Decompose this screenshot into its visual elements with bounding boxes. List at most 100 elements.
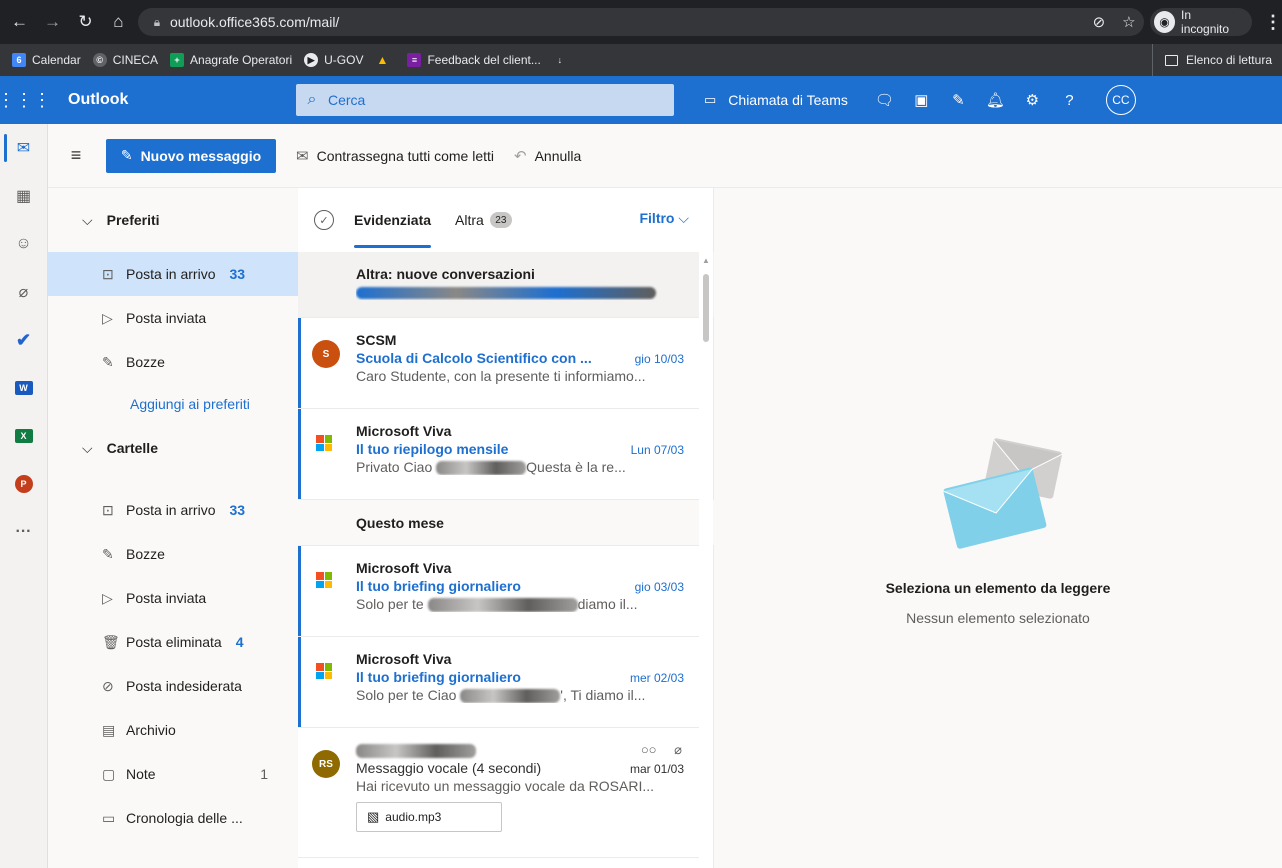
folder-notes[interactable]: ▢ Note 1 [48,752,298,796]
gear-icon[interactable]: ⚙ [1014,91,1051,109]
inbox-tabs: ✓ Evidenziata Altra 23 Filtro ⌵ [298,188,713,252]
add-favorite-link[interactable]: Aggiungi ai preferiti [48,384,298,424]
folder-deleted[interactable]: 🗑︎ Posta eliminata 4 [48,620,298,664]
sender: Microsoft Viva [356,423,452,439]
message-list: ✓ Evidenziata Altra 23 Filtro ⌵ Altra: n… [298,188,714,868]
mail-icon: ✉ [16,140,31,157]
office-icon[interactable]: ▣ [903,91,940,109]
eye-off-icon[interactable]: ⊘ [1084,13,1114,31]
browser-menu-icon[interactable]: ⋮ [1264,12,1282,33]
search-input[interactable]: ⌕ Cerca [296,84,674,116]
folders-header[interactable]: ⌵ Cartelle [48,424,298,472]
search-icon: ⌕ [307,91,317,108]
tab-other[interactable]: Altra 23 [455,188,512,252]
list-item[interactable]: S SCSM Scuola di Calcolo Scientifico con… [298,318,714,409]
attachment-chip[interactable]: ▧ audio.mp3 [356,802,502,833]
files-app[interactable]: ⌀ [0,268,47,316]
help-icon[interactable]: ? [1051,92,1088,109]
chevron-down-icon: ⌵ [82,211,93,228]
undo-button[interactable]: ↶ Annulla [514,147,581,165]
new-message-button[interactable]: ✎ Nuovo messaggio [106,138,276,173]
command-bar: ≡ ✎ Nuovo messaggio ✉ Contrassegna tutti… [48,124,1282,188]
list-item[interactable]: RS ○○ ⌀ Messaggio vocale (4 secondi) mar… [298,728,714,858]
list-item[interactable]: Microsoft Viva Il tuo briefing giornalie… [298,546,714,637]
powerpoint-app[interactable]: P [0,460,47,508]
teams-call-button[interactable]: ▭ Chiamata di Teams [704,92,848,108]
word-app[interactable]: W [0,364,47,412]
calendar-app[interactable]: ▦ [0,172,47,220]
people-icon: ☺ [15,235,32,252]
bookmark-ugov[interactable]: ▶ U-GOV [304,53,363,67]
avatar: S [312,340,340,368]
tab-focused[interactable]: Evidenziata [354,188,432,252]
excel-app[interactable]: X [0,412,47,460]
people-app[interactable]: ☺ [0,220,47,268]
bookmark-feedback[interactable]: ≡ Feedback del client... [407,53,541,67]
folder-archive[interactable]: ▤ Archivio [48,708,298,752]
address-bar[interactable]: 🔒︎ outlook.office365.com/mail/ ⊘ ☆ [137,8,1144,36]
outlook-brand[interactable]: Outlook [48,91,296,109]
calendar-icon: 6 [12,53,26,67]
menu-icon[interactable]: ≡ [56,145,96,166]
bookmark-anagrafe[interactable]: + Anagrafe Operatori [170,53,292,67]
mark-all-read-button[interactable]: ✉ Contrassegna tutti come letti [296,147,494,165]
app-launcher-icon[interactable]: ⋮⋮⋮ [0,76,51,124]
scroll-up-icon[interactable]: ▲ [702,256,710,265]
avatar[interactable]: CC [1105,85,1136,115]
select-all-icon[interactable]: ✓ [314,210,334,230]
subject: Il tuo riepilogo mensile [356,441,509,457]
more-icon: ··· [15,523,32,540]
sender: Microsoft Viva [356,651,452,667]
list-item[interactable]: Microsoft Viva Il tuo briefing giornalie… [298,637,714,728]
back-icon[interactable]: ← [6,8,33,36]
play-circle-icon: ▶ [304,53,319,67]
star-icon[interactable]: ☆ [1114,13,1144,31]
chevron-down-icon: ⌵ [82,439,93,456]
bookmark-drive[interactable]: ▲ [375,53,395,67]
date: Lun 07/03 [630,443,684,457]
bookmark-cineca[interactable]: © CINECA [92,53,158,67]
forward-icon[interactable]: → [39,8,66,36]
home-icon[interactable]: ⌂ [105,8,132,36]
reload-icon[interactable]: ↻ [72,8,99,36]
more-apps[interactable]: ··· [0,508,47,556]
envelope-open-icon: ✉ [296,147,309,165]
chat-icon[interactable]: 🗨︎ [866,91,903,109]
incognito-indicator[interactable]: ◉ In incognito [1149,8,1253,36]
compose-icon: ✎ [120,147,133,163]
favorites-header[interactable]: ⌵ Preferiti [48,188,298,252]
todo-icon[interactable]: ✎ [940,91,977,109]
empty-state-subtitle: Nessun elemento selezionato [906,610,1090,626]
bookmarks-bar: 6 Calendar © CINECA + Anagrafe Operatori… [0,44,1282,76]
bookmark-calendar[interactable]: 6 Calendar [12,53,81,67]
download-icon: ↓ [557,55,563,65]
list-item[interactable]: Microsoft Viva Il tuo riepilogo mensile … [298,409,714,500]
outlook-header: ⋮⋮⋮ Outlook ⌕ Cerca ▭ Chiamata di Teams … [0,76,1282,124]
folder-junk[interactable]: ⊘ Posta indesiderata [48,664,298,708]
fav-sent[interactable]: ▷ Posta inviata [48,296,298,340]
filter-button[interactable]: Filtro ⌵ [639,210,689,227]
folder-drafts[interactable]: ✎ Bozze [48,532,298,576]
redacted-text [356,744,476,759]
cineca-icon: © [92,53,107,67]
scrollbar[interactable]: ▲ [699,252,713,868]
fav-inbox[interactable]: ⊡ Posta in arrivo 33 [48,252,298,296]
reading-list[interactable]: Elenco di lettura [1151,44,1272,76]
subject: Messaggio vocale (4 secondi) [356,760,542,777]
folder-history[interactable]: ▭ Cronologia delle ... [48,796,298,840]
audio-file-icon: ▧ [367,809,380,825]
bell-icon[interactable]: 🔔︎ [977,91,1014,109]
date: mar 01/03 [629,762,684,777]
unread-count: 33 [229,502,246,518]
other-banner-sub [356,284,676,300]
redacted-text [427,598,578,613]
fav-drafts[interactable]: ✎ Bozze [48,340,298,384]
mail-app[interactable]: ✉ [0,124,47,172]
todo-app[interactable]: ✔ [0,316,47,364]
scrollbar-thumb[interactable] [703,274,709,342]
folder-inbox[interactable]: ⊡ Posta in arrivo 33 [48,488,298,532]
folder-sent[interactable]: ▷ Posta inviata [48,576,298,620]
message-scroll[interactable]: Altra: nuove conversazioni S SCSM Scuola… [298,252,714,868]
other-banner[interactable]: Altra: nuove conversazioni [298,252,714,318]
bookmark-download[interactable]: ↓ [553,53,573,67]
